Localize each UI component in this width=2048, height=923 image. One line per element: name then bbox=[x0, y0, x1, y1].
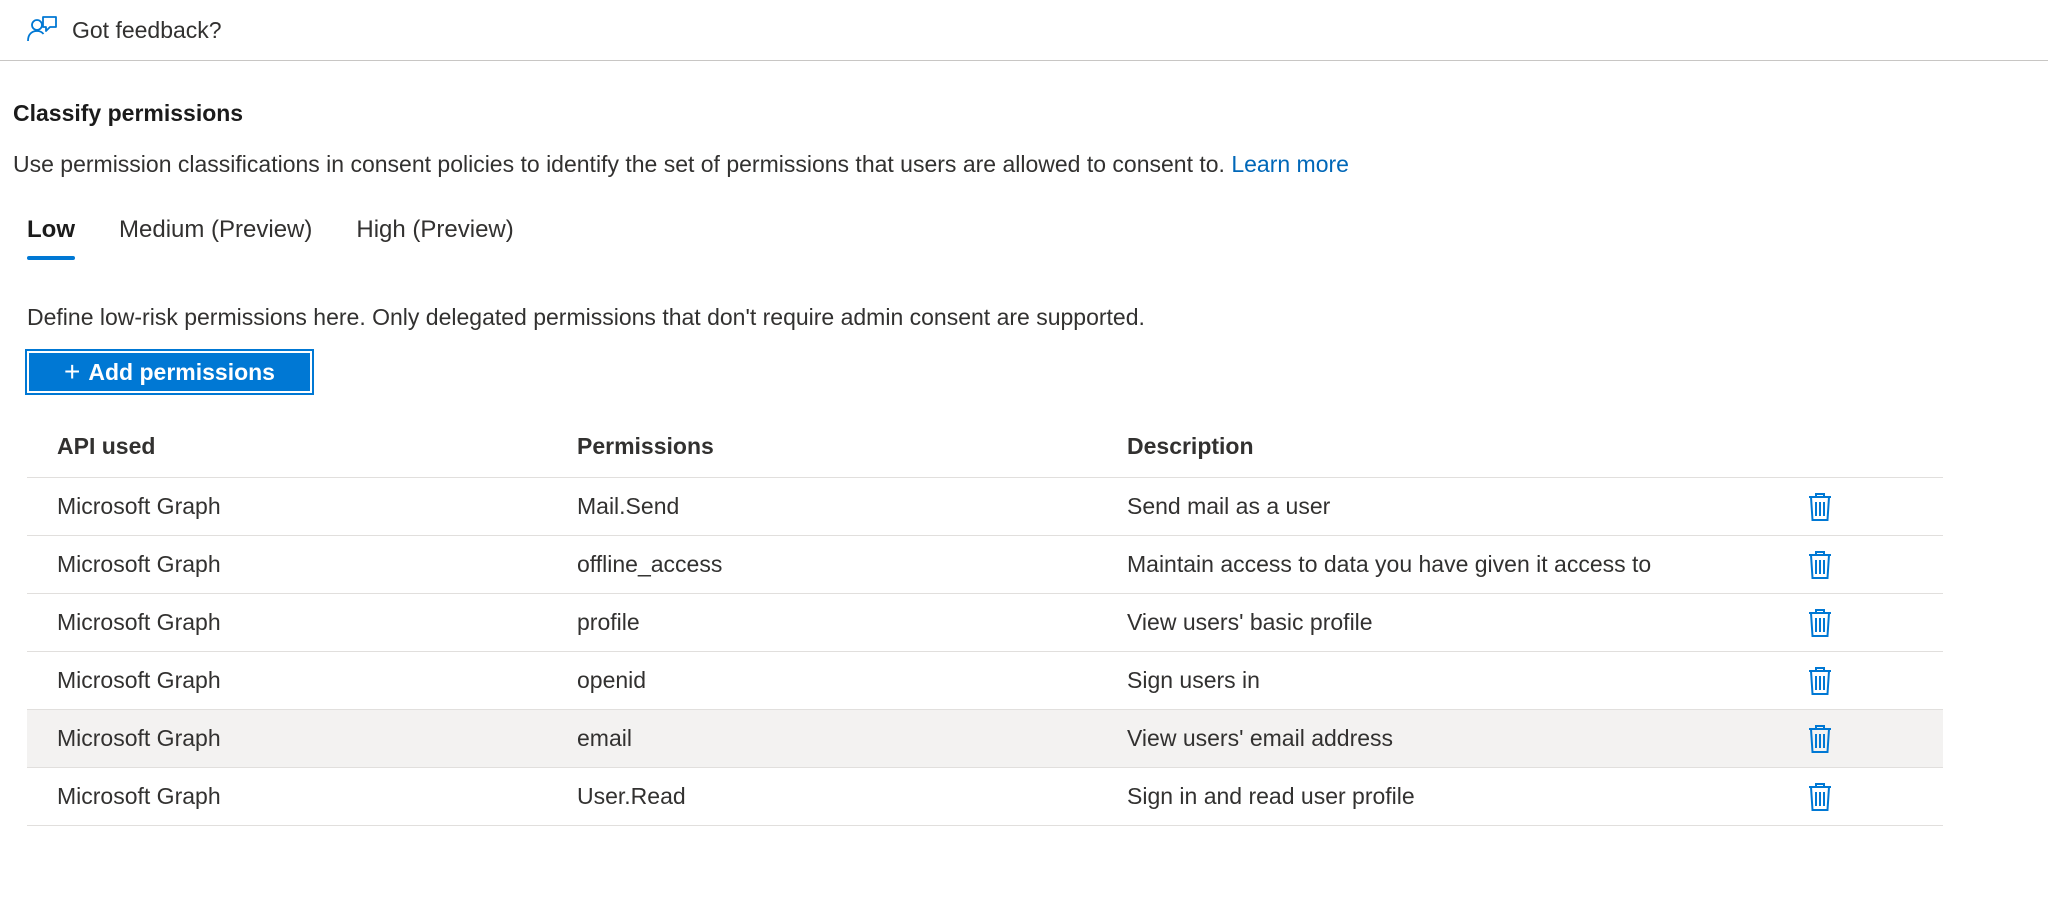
trash-icon[interactable] bbox=[1807, 782, 1833, 812]
trash-icon[interactable] bbox=[1807, 666, 1833, 696]
table-row[interactable]: Microsoft Graph Mail.Send Send mail as a… bbox=[27, 478, 1943, 536]
cell-actions bbox=[1807, 492, 1943, 522]
section-description-text: Use permission classifications in consen… bbox=[13, 151, 1225, 177]
cell-actions bbox=[1807, 782, 1943, 812]
table-row[interactable]: Microsoft Graph offline_access Maintain … bbox=[27, 536, 1943, 594]
header-description: Description bbox=[1127, 432, 1254, 459]
cell-api: Microsoft Graph bbox=[57, 551, 221, 577]
cell-description: View users' basic profile bbox=[1127, 609, 1373, 635]
feedback-bar: Got feedback? bbox=[0, 0, 2048, 61]
header-permissions: Permissions bbox=[577, 432, 714, 459]
add-permissions-button[interactable]: + Add permissions bbox=[25, 349, 314, 395]
cell-description: Maintain access to data you have given i… bbox=[1127, 551, 1652, 577]
feedback-link[interactable]: Got feedback? bbox=[26, 14, 222, 46]
cell-api: Microsoft Graph bbox=[57, 609, 221, 635]
cell-api: Microsoft Graph bbox=[57, 667, 221, 693]
cell-description: Sign in and read user profile bbox=[1127, 783, 1415, 809]
cell-api: Microsoft Graph bbox=[57, 725, 221, 751]
learn-more-link[interactable]: Learn more bbox=[1231, 151, 1349, 177]
cell-permission: profile bbox=[577, 609, 640, 635]
cell-permission: email bbox=[577, 725, 632, 751]
tab-medium-preview[interactable]: Medium (Preview) bbox=[119, 216, 312, 256]
cell-description: Sign users in bbox=[1127, 667, 1260, 693]
tab-low[interactable]: Low bbox=[27, 216, 75, 260]
cell-actions bbox=[1807, 550, 1943, 580]
table-header: API used Permissions Description bbox=[27, 415, 1943, 478]
trash-icon[interactable] bbox=[1807, 492, 1833, 522]
table-row[interactable]: Microsoft Graph profile View users' basi… bbox=[27, 594, 1943, 652]
cell-description: View users' email address bbox=[1127, 725, 1394, 751]
section-description: Use permission classifications in consen… bbox=[13, 151, 1349, 178]
cell-permission: Mail.Send bbox=[577, 493, 680, 519]
header-api-used: API used bbox=[57, 432, 156, 459]
feedback-label: Got feedback? bbox=[72, 16, 222, 43]
tab-high-preview[interactable]: High (Preview) bbox=[356, 216, 513, 256]
cell-actions bbox=[1807, 666, 1943, 696]
tab-description: Define low-risk permissions here. Only d… bbox=[27, 304, 1145, 330]
trash-icon[interactable] bbox=[1807, 550, 1833, 580]
add-permissions-label: Add permissions bbox=[88, 358, 275, 385]
table-row[interactable]: Microsoft Graph email View users' email … bbox=[27, 710, 1943, 768]
section-title: Classify permissions bbox=[13, 100, 244, 126]
cell-actions bbox=[1807, 724, 1943, 754]
trash-icon[interactable] bbox=[1807, 724, 1833, 754]
permissions-table: API used Permissions Description Microso… bbox=[27, 415, 1943, 826]
cell-actions bbox=[1807, 608, 1943, 638]
cell-permission: offline_access bbox=[577, 551, 723, 577]
cell-api: Microsoft Graph bbox=[57, 493, 221, 519]
cell-api: Microsoft Graph bbox=[57, 783, 221, 809]
cell-permission: openid bbox=[577, 667, 647, 693]
table-row[interactable]: Microsoft Graph openid Sign users in bbox=[27, 652, 1943, 710]
feedback-icon bbox=[27, 16, 57, 42]
trash-icon[interactable] bbox=[1807, 608, 1833, 638]
table-row[interactable]: Microsoft Graph User.Read Sign in and re… bbox=[27, 768, 1943, 826]
plus-icon: + bbox=[64, 356, 81, 387]
risk-tabs: Low Medium (Preview) High (Preview) bbox=[27, 216, 514, 260]
cell-permission: User.Read bbox=[577, 783, 686, 809]
cell-description: Send mail as a user bbox=[1127, 493, 1331, 519]
